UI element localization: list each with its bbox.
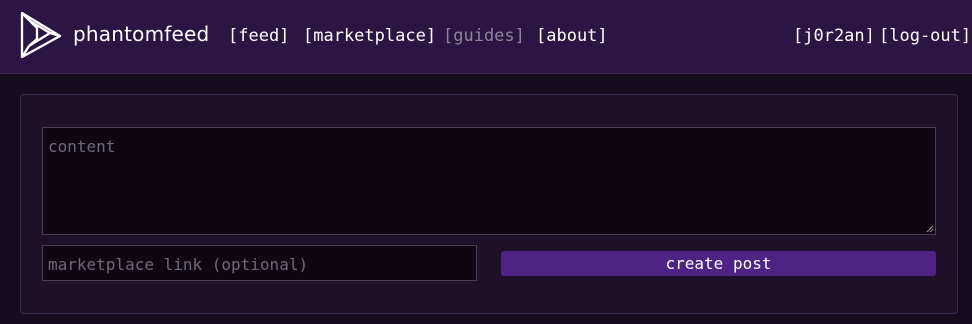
top-navbar: phantomfeed [feed] [marketplace] [guides…: [0, 0, 972, 74]
nav-marketplace-link[interactable]: [marketplace]: [303, 26, 436, 46]
marketplace-link-input[interactable]: marketplace link (optional): [42, 245, 477, 281]
impossible-triangle-logo-icon[interactable]: [18, 9, 64, 61]
create-post-panel: content marketplace link (optional) crea…: [20, 94, 958, 314]
user-profile-link[interactable]: [j0r2an]: [793, 26, 875, 46]
nav-about-link[interactable]: [about]: [536, 26, 608, 46]
nav-feed-link[interactable]: [feed]: [228, 26, 289, 46]
logout-link[interactable]: [log-out]: [879, 26, 971, 46]
create-post-button[interactable]: create post: [501, 251, 936, 276]
content-placeholder: content: [48, 137, 116, 156]
nav-guides-link[interactable]: [guides]: [443, 26, 525, 46]
content-textarea[interactable]: content: [42, 127, 936, 235]
marketplace-link-placeholder: marketplace link (optional): [48, 255, 309, 274]
brand-name[interactable]: phantomfeed: [73, 22, 209, 46]
resize-handle-icon[interactable]: [925, 224, 934, 233]
